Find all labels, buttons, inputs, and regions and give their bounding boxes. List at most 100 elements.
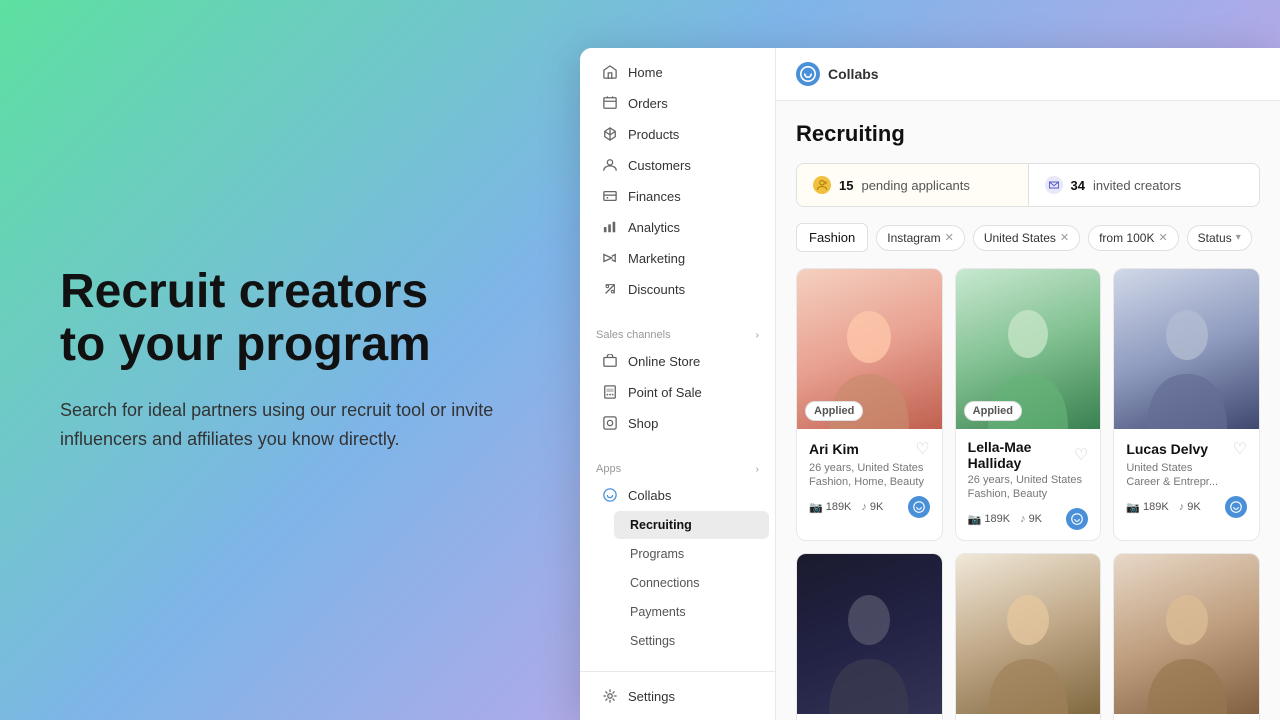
creator-img-ari-kim: Applied (797, 269, 942, 429)
creator-card-body-ari: Ari Kim ♡ 26 years, United States Fashio… (797, 429, 942, 528)
filter-instagram[interactable]: Instagram ✕ (876, 225, 965, 251)
creator-stats-lella: 📷 189K ♪ 9K (968, 508, 1089, 530)
sidebar-item-online-store[interactable]: Online Store (586, 346, 769, 376)
filter-row: Fashion Instagram ✕ United States ✕ from… (796, 223, 1260, 252)
filter-us-close[interactable]: ✕ (1060, 231, 1069, 244)
instagram-icon-lucas: 📷 (1126, 501, 1140, 514)
instagram-stat-ari: 📷 189K (809, 501, 851, 514)
sidebar-recruiting-label: Recruiting (630, 518, 692, 532)
hero-section: Recruit creatorsto your program Search f… (0, 0, 560, 720)
sidebar-item-orders[interactable]: Orders (586, 88, 769, 118)
filter-from-100k[interactable]: from 100K ✕ (1088, 225, 1179, 251)
sidebar-item-programs[interactable]: Programs (614, 540, 769, 568)
sidebar-item-products[interactable]: Products (586, 119, 769, 149)
creator-img-lucas (1114, 269, 1259, 429)
collab-btn-ari[interactable] (908, 496, 930, 518)
sidebar-item-customers[interactable]: Customers (586, 150, 769, 180)
creator-card-lucas[interactable]: Lucas Delvy ♡ United States Career & Ent… (1113, 268, 1260, 541)
creator-img-6 (1114, 554, 1259, 714)
collab-btn-lucas[interactable] (1225, 496, 1247, 518)
sidebar-sales-channels-section: Sales channels › Online Store Point of S… (580, 313, 775, 447)
filter-100k-close[interactable]: ✕ (1158, 231, 1167, 244)
filter-instagram-close[interactable]: ✕ (945, 231, 954, 244)
sidebar-apps-section: Apps › Collabs Recruiting Programs Conne… (580, 447, 775, 664)
sidebar-item-collabs[interactable]: Collabs (586, 480, 769, 510)
home-icon (602, 64, 618, 80)
recruiting-title: Recruiting (796, 121, 1260, 147)
recruiting-area: Recruiting 15 pending applicants 34 invi… (776, 101, 1280, 720)
filter-category[interactable]: Fashion (796, 223, 868, 252)
collabs-sub-nav: Recruiting Programs Connections Payments… (580, 511, 775, 655)
creator-img-lella: Applied (956, 269, 1101, 429)
creator-card-6[interactable] (1113, 553, 1260, 720)
creator-stats-lucas: 📷 189K ♪ 9K (1126, 496, 1247, 518)
heart-icon-ari[interactable]: ♡ (915, 439, 929, 459)
sidebar-item-recruiting[interactable]: Recruiting (614, 511, 769, 539)
sidebar-item-settings[interactable]: Settings (586, 681, 769, 711)
instagram-count-lella: 189K (984, 513, 1010, 525)
sidebar-payments-label: Payments (630, 605, 686, 619)
sales-channels-label: Sales channels › (580, 321, 775, 345)
pending-label: pending applicants (861, 178, 969, 193)
creator-card-4[interactable] (796, 553, 943, 720)
creator-card-ari-kim[interactable]: Applied Ari Kim ♡ 26 years, United State… (796, 268, 943, 541)
invited-icon (1045, 176, 1063, 194)
creator-card-5[interactable] (955, 553, 1102, 720)
instagram-icon-lella: 📷 (968, 513, 982, 526)
sidebar-item-point-of-sale[interactable]: Point of Sale (586, 377, 769, 407)
creator-img-4 (797, 554, 942, 714)
shop-icon (602, 415, 618, 431)
sidebar-settings-label: Settings (628, 689, 675, 704)
collab-btn-lella[interactable] (1066, 508, 1088, 530)
instagram-stat-lella: 📷 189K (968, 513, 1010, 526)
customers-icon (602, 157, 618, 173)
sidebar-item-settings-sub[interactable]: Settings (614, 627, 769, 655)
pending-applicants-tab[interactable]: 15 pending applicants (797, 164, 1029, 206)
creator-grid: Applied Ari Kim ♡ 26 years, United State… (796, 268, 1260, 720)
creator-meta-lucas: United States (1126, 462, 1247, 474)
marketing-icon (602, 250, 618, 266)
sidebar-item-finances[interactable]: Finances (586, 181, 769, 211)
sidebar: Home Orders Products Customers (580, 48, 776, 720)
products-icon (602, 126, 618, 142)
creator-card-lella[interactable]: Applied Lella-Mae Halliday ♡ 26 years, U… (955, 268, 1102, 541)
creator-card-body-lucas: Lucas Delvy ♡ United States Career & Ent… (1114, 429, 1259, 528)
creator-tags-ari: Fashion, Home, Beauty (809, 476, 930, 488)
sidebar-shop-label: Shop (628, 416, 658, 431)
creator-meta-ari: 26 years, United States (809, 462, 930, 474)
tiktok-icon-ari: ♪ (861, 501, 867, 513)
top-bar-title: Collabs (828, 66, 879, 82)
heart-icon-lella[interactable]: ♡ (1074, 445, 1088, 465)
sidebar-item-analytics[interactable]: Analytics (586, 212, 769, 242)
instagram-stat-lucas: 📷 189K (1126, 501, 1168, 514)
main-content: Collabs Recruiting 15 pending applicants (776, 48, 1280, 720)
filter-status[interactable]: Status ▾ (1187, 225, 1252, 251)
instagram-icon-ari: 📷 (809, 501, 823, 514)
creator-stats-ari: 📷 189K ♪ 9K (809, 496, 930, 518)
instagram-count-lucas: 189K (1143, 501, 1169, 513)
analytics-icon (602, 219, 618, 235)
sidebar-item-home[interactable]: Home (586, 57, 769, 87)
sidebar-item-marketing[interactable]: Marketing (586, 243, 769, 273)
apps-label: Apps › (580, 455, 775, 479)
applied-badge-ari: Applied (805, 401, 863, 421)
finances-icon (602, 188, 618, 204)
tiktok-count-lella: 9K (1029, 513, 1042, 525)
creator-card-body-lella: Lella-Mae Halliday ♡ 26 years, United St… (956, 429, 1101, 540)
sidebar-item-discounts[interactable]: Discounts (586, 274, 769, 304)
sidebar-item-connections[interactable]: Connections (614, 569, 769, 597)
sidebar-collabs-label: Collabs (628, 488, 671, 503)
sidebar-programs-label: Programs (630, 547, 684, 561)
sidebar-connections-label: Connections (630, 576, 700, 590)
applied-badge-lella: Applied (964, 401, 1022, 421)
filter-united-states[interactable]: United States ✕ (973, 225, 1080, 251)
sidebar-finances-label: Finances (628, 189, 681, 204)
tiktok-count-ari: 9K (870, 501, 883, 513)
sidebar-item-payments[interactable]: Payments (614, 598, 769, 626)
creator-tags-lella: Fashion, Beauty (968, 488, 1089, 500)
sidebar-item-shop[interactable]: Shop (586, 408, 769, 438)
heart-icon-lucas[interactable]: ♡ (1233, 439, 1247, 459)
app-window: Home Orders Products Customers (580, 48, 1280, 720)
hero-description: Search for ideal partners using our recr… (60, 396, 500, 454)
invited-creators-tab[interactable]: 34 invited creators (1029, 164, 1260, 206)
